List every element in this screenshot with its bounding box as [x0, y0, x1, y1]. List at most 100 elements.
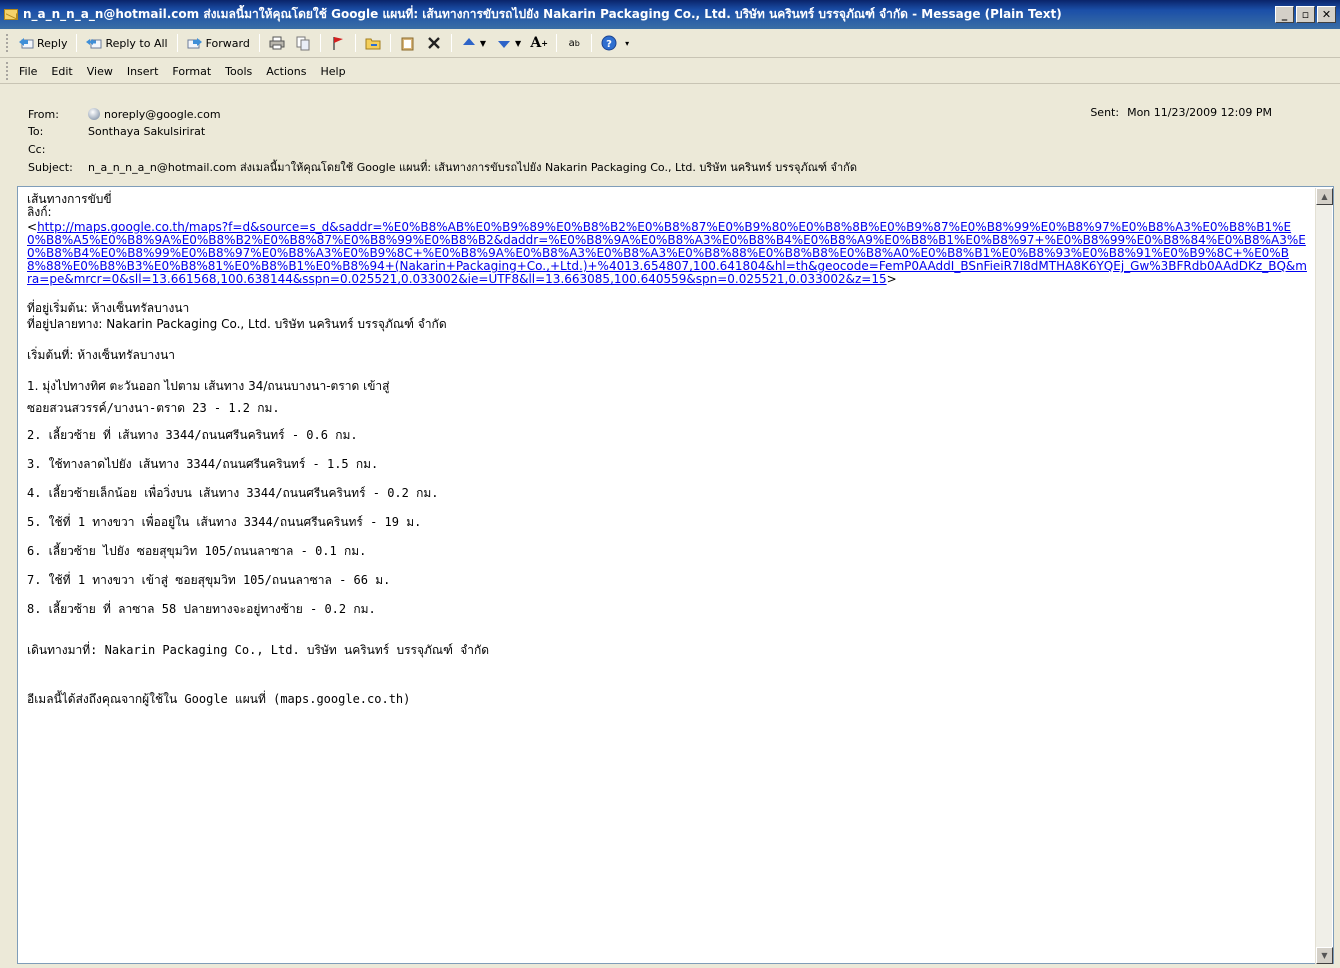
- toolbar-separator: [258, 34, 260, 52]
- menu-bar: File Edit View Insert Format Tools Actio…: [0, 59, 1340, 84]
- subject-row: Subject: n_a_n_n_a_n@hotmail.com ส่งเมลน…: [28, 159, 857, 175]
- cc-row: Cc:: [28, 141, 88, 157]
- body-heading: เส้นทางการขับขี่: [27, 192, 112, 206]
- toolbar-options-icon[interactable]: ▾: [625, 39, 629, 48]
- maps-link-block: <http://maps.google.co.th/maps?f=d&sourc…: [27, 221, 1307, 286]
- sent-label: Sent:: [1090, 106, 1120, 119]
- menu-file[interactable]: File: [12, 63, 44, 80]
- end-address: ที่อยู่ปลายทาง: Nakarin Packaging Co., L…: [27, 317, 447, 331]
- sent-row: Sent: Mon 11/23/2009 12:09 PM: [1090, 106, 1272, 119]
- toolbar-separator: [319, 34, 321, 52]
- forward-label: Forward: [205, 36, 250, 50]
- reply-button[interactable]: Reply: [14, 32, 71, 54]
- move-button[interactable]: [361, 32, 385, 54]
- menu-help[interactable]: Help: [313, 63, 352, 80]
- subject-label: Subject:: [28, 160, 73, 174]
- menu-view[interactable]: View: [80, 63, 120, 80]
- move-to-folder-button[interactable]: [291, 32, 315, 54]
- direction-step: 4. เลี้ยวซ้ายเล็กน้อย เพื่อวิ่งบน เส้นทา…: [27, 486, 439, 500]
- message-header: From: noreply@google.com To: Sonthaya Sa…: [0, 85, 1340, 185]
- flag-icon: [330, 35, 346, 51]
- link-close-bracket: >: [886, 272, 897, 286]
- footer-line: อีเมลนี้ได้ส่งถึงคุณจากผู้ใช้ใน Google แ…: [27, 692, 411, 706]
- standard-toolbar: Reply Reply to All Forward ▼ ▼ A + a b ?…: [0, 29, 1340, 58]
- encoding-button[interactable]: ab: [562, 32, 586, 54]
- step-1-line-2: ซอยสวนสวรรค์/บางนา-ตราด 23 - 1.2 กม.: [27, 401, 280, 415]
- window-controls: _ ▫ ✕: [1275, 6, 1336, 23]
- printer-icon: [269, 35, 285, 51]
- delete-button[interactable]: [422, 32, 446, 54]
- google-maps-link[interactable]: http://maps.google.co.th/maps?f=d&source…: [27, 220, 1307, 286]
- toolbar-separator: [556, 34, 558, 52]
- copy-icon: [295, 35, 311, 51]
- toolbar-separator: [176, 34, 178, 52]
- from-value[interactable]: noreply@google.com: [104, 108, 221, 121]
- previous-item-button[interactable]: ▼: [457, 32, 490, 54]
- chevron-down-icon[interactable]: ▼: [515, 39, 521, 48]
- cc-label: Cc:: [28, 142, 46, 156]
- to-label: To:: [28, 124, 44, 138]
- follow-up-button[interactable]: [326, 32, 350, 54]
- help-icon: ?: [601, 35, 617, 51]
- minimize-button[interactable]: _: [1275, 6, 1294, 23]
- envelope-icon: [4, 9, 18, 20]
- scroll-up-button[interactable]: ▲: [1316, 188, 1333, 205]
- title-bar: n_a_n_n_a_n@hotmail.com ส่งเมลนี้มาให้คุ…: [0, 0, 1340, 29]
- direction-step: 3. ใช้ทางลาดไปยัง เส้นทาง 3344/ถนนศรีนคร…: [27, 457, 379, 471]
- scroll-down-button[interactable]: ▼: [1316, 947, 1333, 964]
- reply-icon: [18, 35, 34, 51]
- toolbar-separator: [354, 34, 356, 52]
- forward-button[interactable]: Forward: [183, 32, 254, 54]
- menu-insert[interactable]: Insert: [120, 63, 166, 80]
- font-size-icon: A +: [530, 35, 548, 51]
- direction-step: 7. ใช้ที่ 1 ทางขวา เข้าสู่ ซอยสุขุมวิท 1…: [27, 573, 391, 587]
- toolbar-separator: [450, 34, 452, 52]
- toolbar-grip[interactable]: [6, 34, 9, 52]
- message-body[interactable]: เส้นทางการขับขี่ ลิงก์: <http://maps.goo…: [17, 186, 1334, 964]
- to-row: To: Sonthaya Sakulsirirat: [28, 123, 205, 139]
- vertical-scrollbar[interactable]: ▲ ▼: [1315, 188, 1333, 964]
- window-title: n_a_n_n_a_n@hotmail.com ส่งเมลนี้มาให้คุ…: [23, 7, 1062, 21]
- reply-all-icon: [86, 35, 102, 51]
- help-button[interactable]: ?: [597, 32, 621, 54]
- folder-move-icon: [365, 35, 381, 51]
- reply-label: Reply: [37, 36, 68, 50]
- delete-icon: [426, 35, 442, 51]
- to-value[interactable]: Sonthaya Sakulsirirat: [88, 125, 205, 138]
- toolbar-separator: [76, 34, 78, 52]
- menu-grip[interactable]: [6, 62, 9, 80]
- categorize-button[interactable]: [396, 32, 420, 54]
- subject-value: n_a_n_n_a_n@hotmail.com ส่งเมลนี้มาให้คุ…: [88, 161, 857, 174]
- forward-icon: [187, 35, 203, 51]
- start-address: ที่อยู่เริ่มต้น: ห้างเซ็นทรัลบางนา: [27, 301, 190, 315]
- encoding-icon: ab: [568, 37, 580, 49]
- direction-step: 2. เลี้ยวซ้าย ที่ เส้นทาง 3344/ถนนศรีนคร…: [27, 428, 358, 442]
- arrival-line: เดินทางมาที่: Nakarin Packaging Co., Ltd…: [27, 643, 490, 657]
- font-size-button[interactable]: A +: [527, 32, 551, 54]
- close-button[interactable]: ✕: [1317, 6, 1336, 23]
- message-body-text: เส้นทางการขับขี่ ลิงก์: <http://maps.goo…: [27, 193, 1307, 706]
- link-label: ลิงก์:: [27, 205, 52, 219]
- menu-actions[interactable]: Actions: [259, 63, 313, 80]
- link-open-bracket: <: [27, 220, 38, 234]
- direction-step: 8. เลี้ยวซ้าย ที่ ลาซาล 58 ปลายทางจะอยู่…: [27, 602, 376, 616]
- toolbar-separator: [591, 34, 593, 52]
- toolbar-separator: [389, 34, 391, 52]
- clipboard-icon: [400, 35, 416, 51]
- menu-tools[interactable]: Tools: [218, 63, 259, 80]
- sent-value: Mon 11/23/2009 12:09 PM: [1127, 106, 1272, 119]
- svg-text:?: ?: [606, 39, 612, 50]
- menu-edit[interactable]: Edit: [44, 63, 79, 80]
- menu-format[interactable]: Format: [165, 63, 218, 80]
- from-row: From: noreply@google.com: [28, 106, 221, 122]
- next-item-button[interactable]: ▼: [492, 32, 525, 54]
- print-button[interactable]: [265, 32, 289, 54]
- up-arrow-icon: [461, 35, 477, 51]
- chevron-down-icon[interactable]: ▼: [480, 39, 486, 48]
- reply-all-button[interactable]: Reply to All: [82, 32, 171, 54]
- direction-step: 5. ใช้ที่ 1 ทางขวา เพื่ออยู่ใน เส้นทาง 3…: [27, 515, 422, 529]
- start-point: เริ่มต้นที่: ห้างเซ็นทรัลบางนา: [27, 348, 176, 362]
- restore-button[interactable]: ▫: [1296, 6, 1315, 23]
- reply-all-label: Reply to All: [105, 36, 168, 50]
- down-arrow-icon: [496, 35, 512, 51]
